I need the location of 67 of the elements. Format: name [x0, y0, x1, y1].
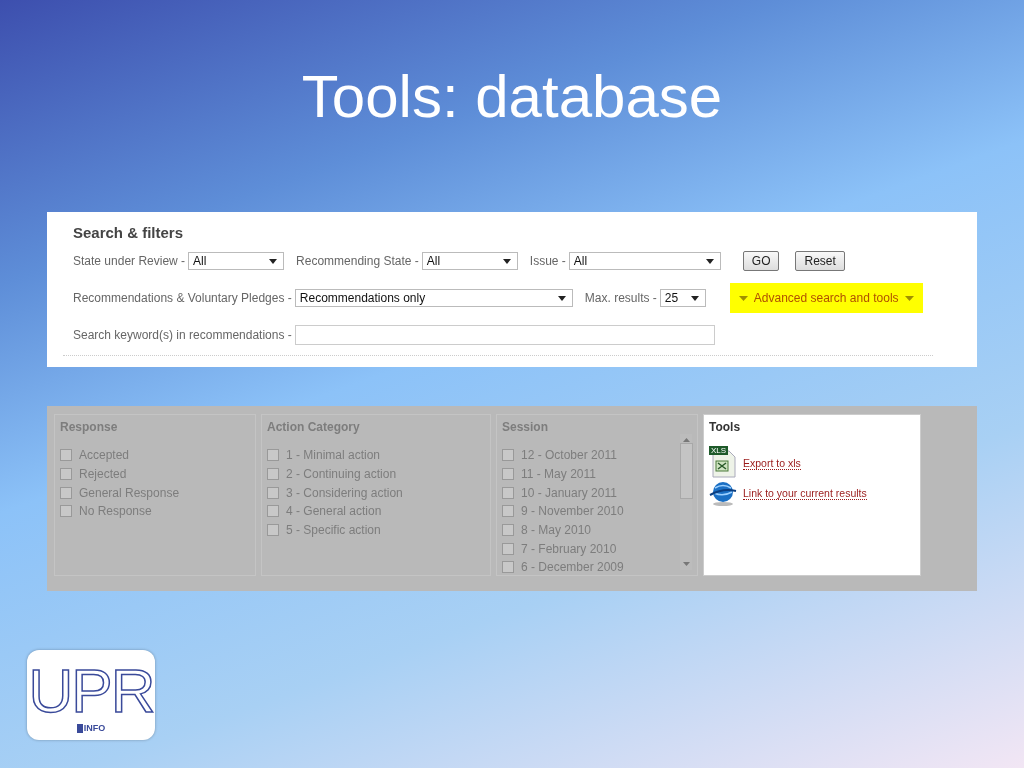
checkbox[interactable] [502, 524, 514, 537]
checkbox[interactable] [502, 505, 514, 518]
option-label: General Response [79, 485, 180, 500]
checkbox[interactable] [502, 486, 514, 499]
option-label: 2 - Continuing action [286, 467, 397, 482]
checkbox[interactable] [502, 468, 514, 481]
group-title: Response [60, 420, 118, 434]
checkbox[interactable] [267, 468, 279, 481]
dropdown[interactable]: All [421, 252, 518, 270]
dropdown[interactable]: All [568, 252, 721, 270]
advanced-toggle[interactable]: Advanced search and tools [729, 283, 923, 313]
option-label: Rejected [79, 467, 127, 482]
checkbox[interactable] [60, 468, 72, 481]
caret-icon [557, 295, 566, 301]
checkbox[interactable] [267, 486, 279, 499]
scroll-down-icon[interactable] [682, 562, 690, 566]
logo-subtitle: INFO [76, 724, 106, 733]
group-title: Tools [709, 420, 741, 434]
caret-icon [690, 295, 699, 301]
logo-letters: UPR [28, 659, 154, 723]
link[interactable]: Link to your current results [743, 486, 867, 500]
option-label: 1 - Minimal action [286, 448, 381, 463]
caret-icon [269, 258, 278, 264]
dropdown[interactable]: Recommendations only [294, 289, 573, 307]
group-title: Action Category [267, 420, 360, 434]
search-field[interactable] [294, 325, 715, 345]
triangle-icon [904, 295, 914, 301]
dropdown[interactable]: All [188, 252, 285, 270]
field-label: Issue - [529, 254, 566, 268]
field-label: Max. results - [584, 291, 657, 305]
option-label: 5 - Specific action [286, 523, 381, 538]
option-label: 4 - General action [286, 504, 382, 519]
field-label: Search keyword(s) in recommendations - [73, 328, 292, 342]
slide-title: Tools: database [301, 62, 723, 132]
button[interactable]: Reset [795, 251, 845, 271]
option-label: 10 - January 2011 [521, 485, 617, 500]
checkbox[interactable] [267, 524, 279, 537]
button[interactable]: GO [742, 251, 780, 271]
checkbox[interactable] [60, 486, 72, 499]
option-label: 9 - November 2010 [521, 504, 624, 519]
option-label: No Response [79, 504, 152, 519]
field-label: Recommendations & Voluntary Pledges - [73, 291, 292, 305]
option-label: 3 - Considering action [286, 485, 403, 500]
checkbox[interactable] [267, 505, 279, 518]
group-title: Session [502, 420, 549, 434]
option-label: Accepted [79, 448, 130, 463]
option-label: 8 - May 2010 [521, 523, 592, 538]
caret-icon [502, 258, 511, 264]
option-label: 11 - May 2011 [521, 467, 596, 482]
option-label: 6 - December 2009 [521, 560, 624, 575]
triangle-icon [738, 295, 748, 301]
option-label: 12 - October 2011 [521, 448, 617, 463]
globe-icon [709, 480, 737, 506]
link[interactable]: Export to xls [743, 456, 801, 470]
checkbox[interactable] [267, 449, 279, 462]
spreadsheet-icon: XLS [709, 448, 737, 478]
field-label: Recommending State - [296, 254, 419, 268]
checkbox[interactable] [502, 561, 514, 574]
checkbox[interactable] [502, 542, 514, 555]
checkbox[interactable] [502, 449, 514, 462]
option-label: 7 - February 2010 [521, 541, 617, 556]
panel-heading: Search & filters [73, 224, 184, 241]
caret-icon [705, 258, 714, 264]
field-label: State under Review - [73, 254, 186, 268]
checkbox[interactable] [60, 449, 72, 462]
checkbox[interactable] [60, 505, 72, 518]
dropdown[interactable]: 25 [659, 289, 706, 307]
